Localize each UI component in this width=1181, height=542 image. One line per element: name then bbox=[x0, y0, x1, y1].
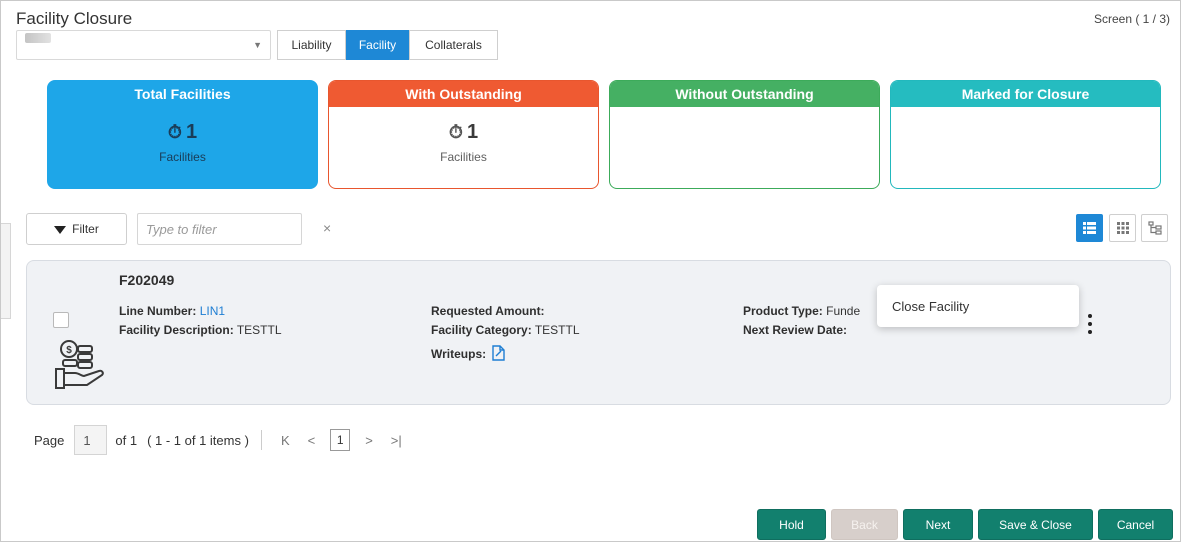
card-title: Marked for Closure bbox=[891, 81, 1160, 107]
edit-document-icon[interactable] bbox=[492, 345, 506, 361]
page-label: Page bbox=[34, 432, 65, 448]
card-total-facilities[interactable]: Total Facilities ⏱ 1 Facilities bbox=[47, 80, 318, 189]
card-unit: Facilities bbox=[159, 150, 206, 164]
tree-view-button[interactable] bbox=[1141, 214, 1168, 242]
filter-input[interactable] bbox=[137, 213, 302, 245]
money-hand-icon: $ bbox=[55, 340, 104, 389]
items-summary: ( 1 - 1 of 1 items ) bbox=[147, 432, 249, 448]
card-title: With Outstanding bbox=[329, 81, 598, 107]
page-number-input[interactable] bbox=[74, 425, 108, 455]
list-view-icon bbox=[1083, 222, 1096, 234]
facility-id: F202049 bbox=[119, 272, 175, 288]
hold-button[interactable]: Hold bbox=[757, 509, 826, 540]
card-count: ⏱ 1 bbox=[167, 121, 198, 143]
card-without-outstanding[interactable]: Without Outstanding bbox=[609, 80, 880, 189]
side-panel-handle[interactable] bbox=[1, 223, 11, 319]
prev-page-icon[interactable]: < bbox=[308, 433, 316, 448]
card-title: Total Facilities bbox=[48, 81, 317, 107]
last-page-icon[interactable]: >| bbox=[391, 433, 402, 448]
product-type-field: Product Type: Funde bbox=[743, 304, 861, 318]
tab-facility[interactable]: Facility bbox=[346, 30, 409, 60]
first-page-icon[interactable]: K bbox=[281, 433, 290, 448]
card-with-outstanding[interactable]: With Outstanding ⏱ 1 Facilities bbox=[328, 80, 599, 189]
cancel-button[interactable]: Cancel bbox=[1098, 509, 1173, 540]
context-menu-close-facility[interactable]: Close Facility bbox=[877, 285, 1079, 327]
tab-collaterals[interactable]: Collaterals bbox=[409, 30, 498, 60]
grid-view-icon bbox=[1116, 222, 1129, 234]
card-marked-for-closure[interactable]: Marked for Closure bbox=[890, 80, 1161, 189]
card-title: Without Outstanding bbox=[610, 81, 879, 107]
facility-description-field: Facility Description: TESTTL bbox=[119, 323, 282, 337]
writeups-field: Writeups: bbox=[431, 345, 506, 361]
next-page-icon[interactable]: > bbox=[365, 433, 373, 448]
facility-record-card: F202049 $ Line Number: LIN1 Facility Des… bbox=[26, 260, 1171, 405]
pagination-divider bbox=[260, 430, 262, 450]
stopwatch-icon: ⏱ bbox=[448, 122, 463, 142]
next-button[interactable]: Next bbox=[903, 509, 973, 540]
line-number-link[interactable]: LIN1 bbox=[200, 304, 225, 318]
card-unit: Facilities bbox=[440, 150, 487, 164]
stopwatch-icon: ⏱ bbox=[167, 122, 182, 142]
grid-view-button[interactable] bbox=[1109, 214, 1136, 242]
clear-filter-icon[interactable]: × bbox=[323, 220, 331, 236]
party-selector-dropdown[interactable]: ▼ bbox=[16, 30, 271, 60]
svg-text:$: $ bbox=[66, 345, 72, 356]
requested-amount-field: Requested Amount: bbox=[431, 304, 545, 318]
chevron-down-icon: ▼ bbox=[253, 40, 262, 50]
line-number-field: Line Number: LIN1 bbox=[119, 304, 226, 318]
page-title: Facility Closure bbox=[16, 9, 133, 28]
page-of-label: of 1 bbox=[115, 432, 138, 448]
next-review-date-field: Next Review Date: bbox=[743, 323, 848, 337]
tab-liability[interactable]: Liability bbox=[277, 30, 346, 60]
current-page-button[interactable]: 1 bbox=[330, 429, 351, 451]
record-checkbox[interactable] bbox=[53, 312, 69, 328]
screen-indicator: Screen ( 1 / 3) bbox=[1093, 12, 1170, 26]
redacted-value bbox=[25, 33, 51, 43]
back-button[interactable]: Back bbox=[831, 509, 898, 540]
more-options-icon[interactable] bbox=[1087, 314, 1093, 334]
card-count: ⏱ 1 bbox=[448, 121, 479, 143]
list-view-button[interactable] bbox=[1076, 214, 1103, 242]
save-close-button[interactable]: Save & Close bbox=[978, 509, 1093, 540]
tree-view-icon bbox=[1147, 221, 1162, 235]
filter-button[interactable]: Filter bbox=[26, 213, 127, 245]
funnel-icon bbox=[54, 226, 67, 234]
facility-closure-window: Facility Closure Screen ( 1 / 3) ▼ Liabi… bbox=[0, 0, 1181, 542]
facility-category-field: Facility Category: TESTTL bbox=[431, 323, 580, 337]
pagination: Page of 1 ( 1 - 1 of 1 items ) K < 1 > >… bbox=[34, 425, 411, 455]
